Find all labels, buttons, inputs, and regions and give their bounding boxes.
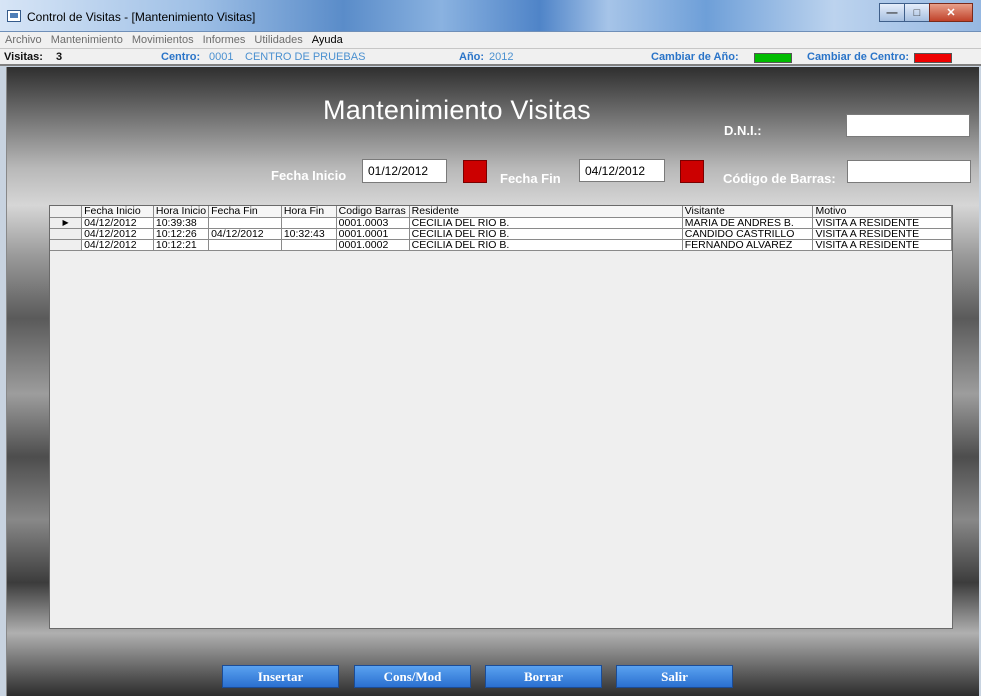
cambiar-anio-button[interactable] [754, 53, 792, 63]
row-selector[interactable] [50, 239, 83, 251]
column-header[interactable]: Codigo Barras [336, 206, 410, 218]
table-cell[interactable] [208, 239, 282, 251]
fecha-inicio-label: Fecha Inicio [271, 168, 347, 183]
column-header[interactable]: Hora Inicio [153, 206, 210, 218]
table-cell[interactable]: 0001.0003 [336, 217, 410, 229]
insertar-button[interactable]: Insertar [222, 665, 339, 688]
table-cell[interactable] [281, 217, 337, 229]
cambiar-centro-label: Cambiar de Centro: [807, 51, 910, 63]
centro-label: Centro: [161, 51, 201, 63]
table-header-row: Fecha Inicio Hora Inicio Fecha Fin Hora … [50, 206, 952, 218]
table-cell[interactable]: 04/12/2012 [81, 228, 154, 240]
close-button[interactable]: ✕ [929, 3, 973, 22]
column-header[interactable]: Fecha Inicio [81, 206, 154, 218]
app-window: Control de Visitas - [Mantenimiento Visi… [0, 0, 981, 696]
maximize-button[interactable]: □ [904, 3, 930, 22]
minimize-button[interactable]: — [879, 3, 905, 22]
current-row-indicator-icon: ▶ [50, 217, 83, 229]
table-cell[interactable]: CECILIA DEL RIO B. [409, 228, 683, 240]
visitas-count: 3 [56, 51, 63, 63]
cons-mod-button[interactable]: Cons/Mod [354, 665, 471, 688]
column-header[interactable]: Hora Fin [281, 206, 337, 218]
table-cell[interactable]: 10:39:38 [153, 217, 210, 229]
window-title: Control de Visitas - [Mantenimiento Visi… [27, 10, 256, 24]
table-cell[interactable]: VISITA A RESIDENTE [812, 228, 952, 240]
table-cell[interactable] [208, 217, 282, 229]
borrar-button[interactable]: Borrar [485, 665, 602, 688]
table-cell[interactable]: CECILIA DEL RIO B. [409, 239, 683, 251]
table-row[interactable]: 04/12/2012 10:12:21 0001.0002 CECILIA DE… [50, 239, 952, 251]
menu-ayuda[interactable]: Ayuda [312, 34, 343, 46]
table-cell[interactable]: CANDIDO CASTRILLO [682, 228, 814, 240]
column-header[interactable]: Fecha Fin [208, 206, 282, 218]
title-bar[interactable]: Control de Visitas - [Mantenimiento Visi… [0, 0, 981, 32]
fecha-fin-field[interactable] [579, 159, 665, 182]
table-cell[interactable]: 10:12:26 [153, 228, 210, 240]
table-cell[interactable]: 04/12/2012 [208, 228, 282, 240]
column-header[interactable]: Residente [409, 206, 683, 218]
dni-label: D.N.I.: [724, 123, 762, 138]
fecha-inicio-picker-button[interactable] [463, 160, 487, 183]
column-header[interactable]: Motivo [812, 206, 952, 218]
table-cell[interactable]: 10:12:21 [153, 239, 210, 251]
table-row[interactable]: 04/12/2012 10:12:26 04/12/2012 10:32:43 … [50, 228, 952, 240]
window-controls: — □ ✕ [879, 3, 973, 23]
fecha-fin-label: Fecha Fin [500, 171, 561, 186]
centro-name: CENTRO DE PRUEBAS [245, 51, 366, 63]
table-row[interactable]: ▶ 04/12/2012 10:39:38 0001.0003 CECILIA … [50, 217, 952, 229]
table-cell[interactable]: FERNANDO ALVAREZ [682, 239, 814, 251]
anio-value: 2012 [489, 51, 514, 63]
row-selector[interactable] [50, 228, 83, 240]
table-cell[interactable]: 0001.0001 [336, 228, 410, 240]
table-cell[interactable]: 0001.0002 [336, 239, 410, 251]
header-selector [50, 206, 83, 218]
menu-archivo[interactable]: Archivo [5, 34, 42, 46]
table-cell[interactable]: MARIA DE ANDRES B. [682, 217, 814, 229]
cambiar-anio-label: Cambiar de Año: [651, 51, 739, 63]
menu-informes[interactable]: Informes [203, 34, 246, 46]
table-cell[interactable]: VISITA A RESIDENTE [812, 239, 952, 251]
fecha-inicio-field[interactable] [362, 159, 447, 183]
table-cell[interactable]: 10:32:43 [281, 228, 337, 240]
codigo-barras-field[interactable] [847, 160, 971, 183]
menu-utilidades[interactable]: Utilidades [254, 34, 302, 46]
column-header[interactable]: Visitante [682, 206, 814, 218]
dni-field[interactable] [846, 114, 970, 137]
anio-label: Año: [459, 51, 485, 63]
visits-grid[interactable]: Fecha Inicio Hora Inicio Fecha Fin Hora … [49, 205, 953, 629]
centro-code: 0001 [209, 51, 234, 63]
codigo-barras-label: Código de Barras: [723, 171, 836, 186]
app-window-icon [7, 10, 21, 22]
menu-mantenimiento[interactable]: Mantenimiento [51, 34, 123, 46]
visits-table: Fecha Inicio Hora Inicio Fecha Fin Hora … [50, 206, 952, 251]
cambiar-centro-button[interactable] [914, 53, 952, 63]
visitas-label: Visitas: [4, 51, 43, 63]
table-cell[interactable]: 04/12/2012 [81, 217, 154, 229]
table-cell[interactable]: 04/12/2012 [81, 239, 154, 251]
fecha-fin-picker-button[interactable] [680, 160, 704, 183]
table-cell[interactable]: VISITA A RESIDENTE [812, 217, 952, 229]
salir-button[interactable]: Salir [616, 665, 733, 688]
form-title: Mantenimiento Visitas [323, 95, 591, 125]
table-cell[interactable] [281, 239, 337, 251]
menu-movimientos[interactable]: Movimientos [132, 34, 194, 46]
menu-bar: Archivo Mantenimiento Movimientos Inform… [0, 32, 981, 48]
table-cell[interactable]: CECILIA DEL RIO B. [409, 217, 683, 229]
status-bar: Visitas: 3 Centro: 0001 CENTRO DE PRUEBA… [0, 48, 981, 66]
main-panel: Mantenimiento Visitas D.N.I.: Fecha Inic… [6, 67, 979, 696]
